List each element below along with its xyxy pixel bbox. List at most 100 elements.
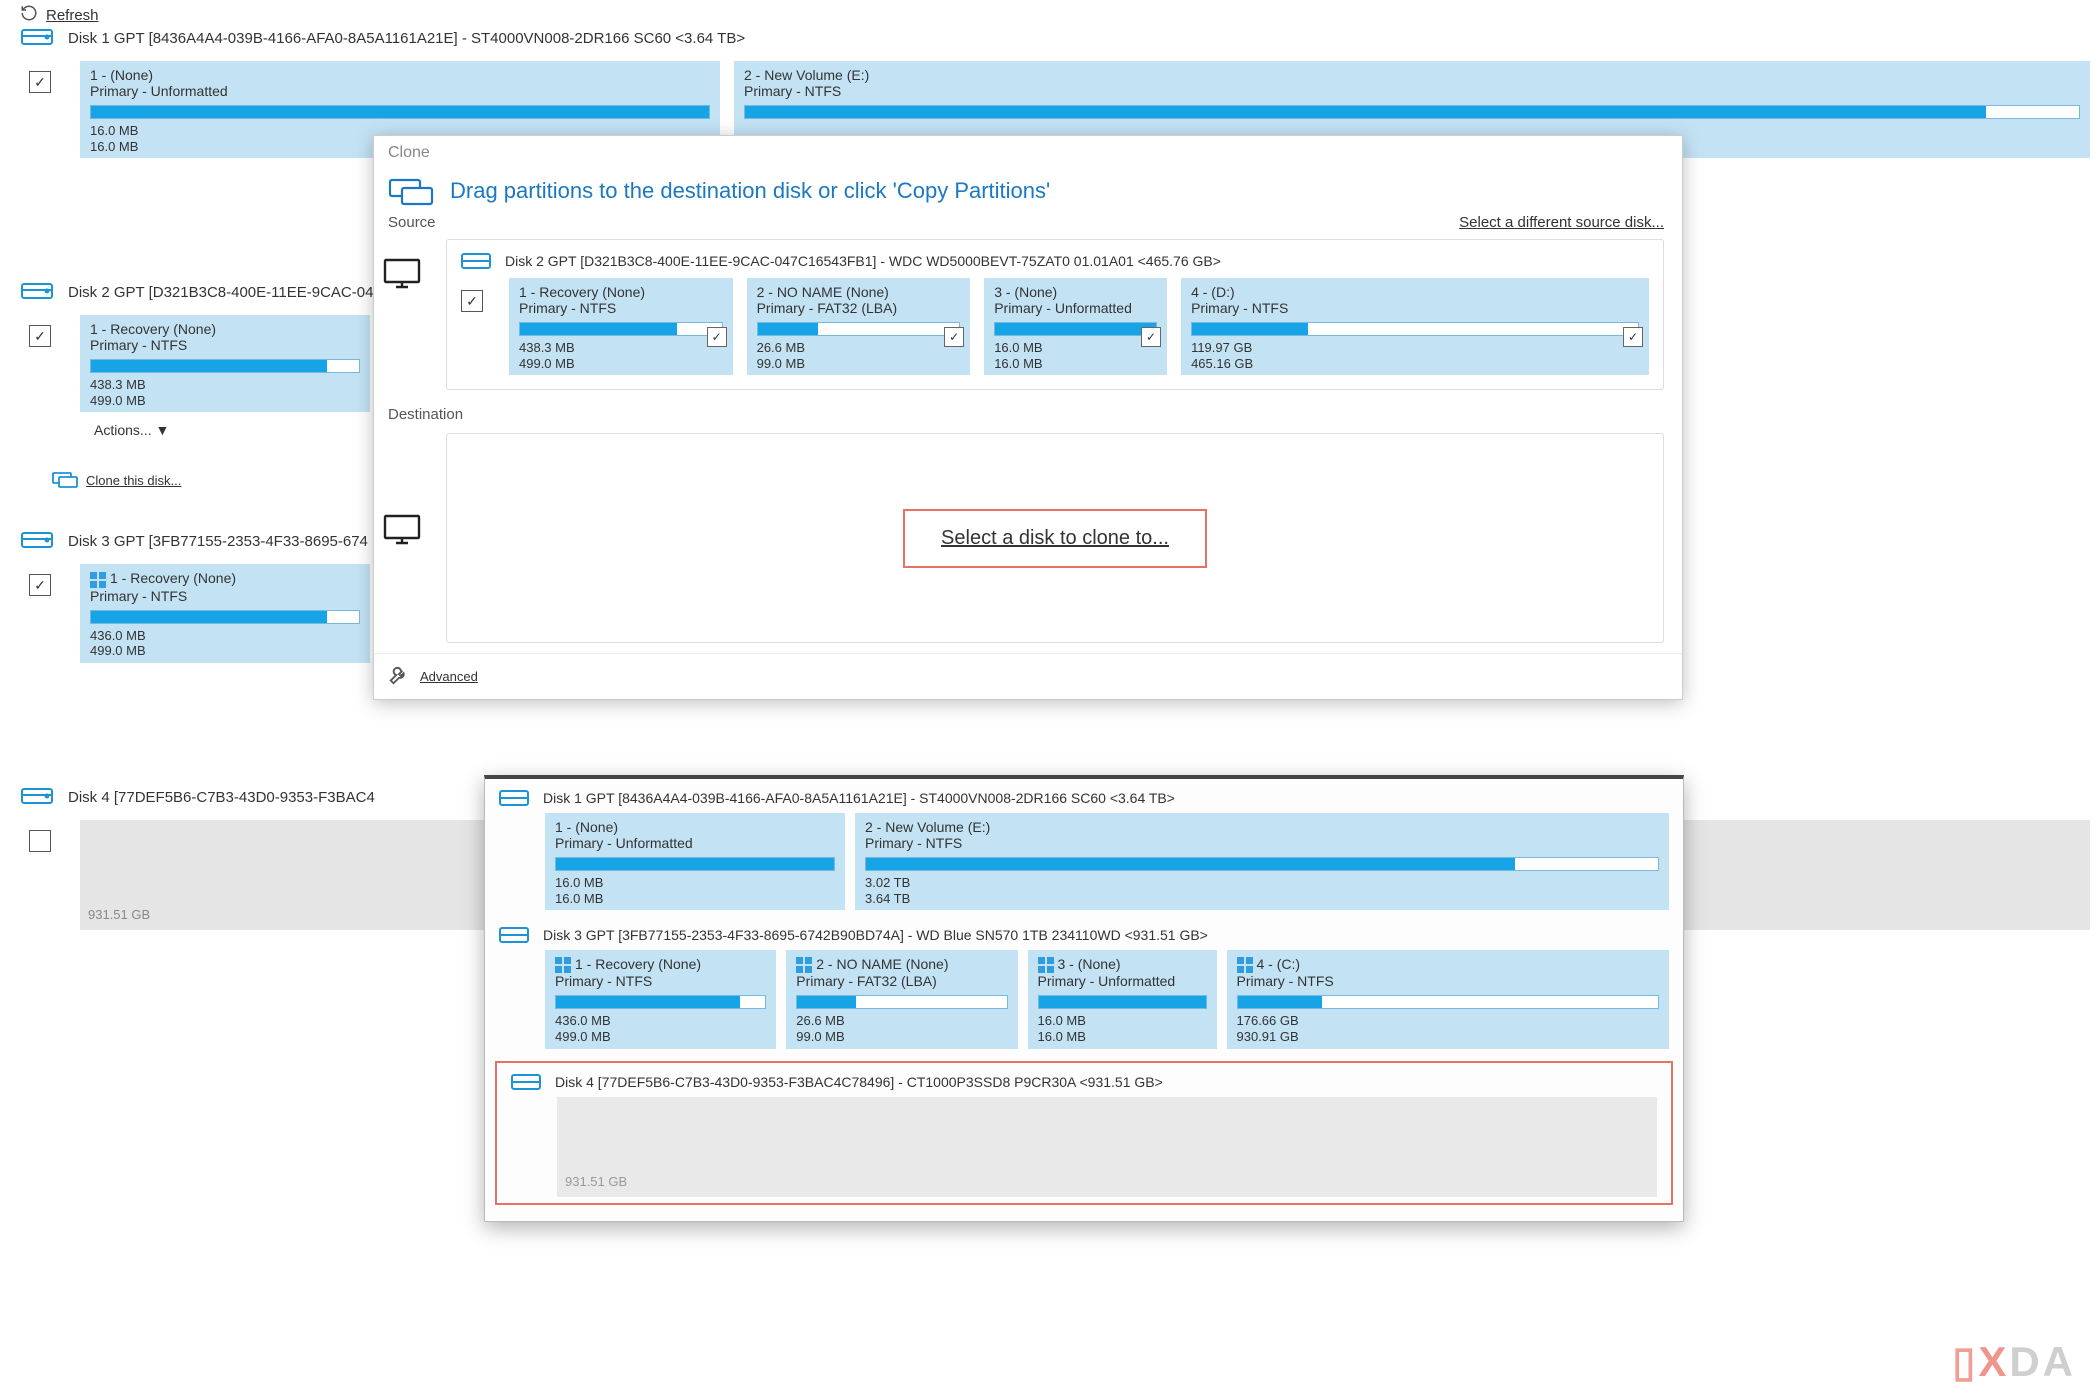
usage-bar xyxy=(744,105,2080,119)
partition-name: 1 - Recovery (None) xyxy=(555,956,766,973)
total-size: 465.16 GB xyxy=(1191,356,1639,372)
disk-title: Disk 1 GPT [8436A4A4-039B-4166-AFA0-8A5A… xyxy=(68,30,745,47)
partition-type: Primary - NTFS xyxy=(865,835,1659,851)
partition[interactable]: 1 - Recovery (None) Primary - NTFS 436.0… xyxy=(80,564,370,662)
partition-name: 1 - (None) xyxy=(90,67,710,83)
usage-bar xyxy=(865,857,1659,871)
disk-icon xyxy=(20,24,54,53)
windows-icon xyxy=(1237,957,1253,973)
windows-icon xyxy=(555,957,571,973)
disk-title: Disk 1 GPT [8436A4A4-039B-4166-AFA0-8A5A… xyxy=(543,790,1175,806)
usage-bar xyxy=(90,105,710,119)
usage-bar xyxy=(1237,995,1660,1009)
usage-bar xyxy=(555,995,766,1009)
modal-heading: Drag partitions to the destination disk … xyxy=(450,178,1050,204)
wrench-icon xyxy=(388,664,410,689)
clone-wizard-modal: Clone Drag partitions to the destination… xyxy=(373,135,1683,700)
partition: 3 - (None) Primary - Unformatted 16.0 MB… xyxy=(1028,950,1217,1048)
clone-icon xyxy=(388,174,434,208)
partition-type: Primary - NTFS xyxy=(1237,973,1660,989)
disk-checkbox[interactable] xyxy=(29,574,51,596)
partition[interactable]: 3 - (None) Primary - Unformatted 16.0 MB… xyxy=(984,278,1167,375)
partition-name: 2 - NO NAME (None) xyxy=(757,284,961,300)
used-size: 176.66 GB xyxy=(1237,1013,1660,1029)
used-size: 26.6 MB xyxy=(796,1013,1007,1029)
unallocated-space: 931.51 GB xyxy=(557,1097,1657,1197)
partition-checkbox[interactable] xyxy=(707,327,727,347)
partition-name: 3 - (None) xyxy=(994,284,1157,300)
free-size: 931.51 GB xyxy=(88,907,150,922)
used-size: 436.0 MB xyxy=(555,1013,766,1029)
used-size: 3.02 TB xyxy=(865,875,1659,891)
usage-bar xyxy=(796,995,1007,1009)
disk-checkbox[interactable] xyxy=(29,830,51,852)
usage-bar xyxy=(519,322,723,336)
partition: 1 - (None) Primary - Unformatted 16.0 MB… xyxy=(545,813,845,910)
used-size: 438.3 MB xyxy=(519,340,723,356)
destination-label: Destination xyxy=(374,400,1682,425)
total-size: 99.0 MB xyxy=(796,1029,1007,1045)
partition-name: 2 - New Volume (E:) xyxy=(865,819,1659,835)
disk-checkbox[interactable] xyxy=(29,71,51,93)
used-size: 26.6 MB xyxy=(757,340,961,356)
windows-icon xyxy=(90,572,106,588)
disk-option-highlighted[interactable]: Disk 4 [77DEF5B6-C7B3-43D0-9353-F3BAC4C7… xyxy=(495,1061,1673,1205)
used-size: 16.0 MB xyxy=(555,875,835,891)
free-size: 931.51 GB xyxy=(565,1174,627,1189)
used-size: 16.0 MB xyxy=(994,340,1157,356)
disk-icon xyxy=(20,527,54,556)
advanced-link[interactable]: Advanced xyxy=(420,669,478,684)
partition-type: Primary - NTFS xyxy=(1191,300,1639,316)
windows-icon xyxy=(796,957,812,973)
partition-checkbox[interactable] xyxy=(944,327,964,347)
disk-icon xyxy=(499,924,529,946)
partition: 2 - New Volume (E:) Primary - NTFS 3.02 … xyxy=(855,813,1669,910)
source-disk-title: Disk 2 GPT [D321B3C8-400E-11EE-9CAC-047C… xyxy=(505,253,1221,269)
usage-bar xyxy=(555,857,835,871)
disk-title: Disk 4 [77DEF5B6-C7B3-43D0-9353-F3BAC4C7… xyxy=(555,1074,1163,1090)
source-disk-panel: Disk 2 GPT [D321B3C8-400E-11EE-9CAC-047C… xyxy=(446,239,1664,390)
partition-name: 1 - Recovery (None) xyxy=(519,284,723,300)
disk-title: Disk 3 GPT [3FB77155-2353-4F33-8695-6742… xyxy=(543,927,1208,943)
monitor-icon xyxy=(382,257,422,294)
disk-option[interactable]: Disk 1 GPT [8436A4A4-039B-4166-AFA0-8A5A… xyxy=(485,779,1683,916)
monitor-icon xyxy=(382,513,422,550)
usage-bar xyxy=(994,322,1157,336)
partition: 1 - Recovery (None) Primary - NTFS 436.0… xyxy=(545,950,776,1048)
partition-checkbox[interactable] xyxy=(1141,327,1161,347)
disk-icon xyxy=(511,1071,541,1093)
total-size: 16.0 MB xyxy=(994,356,1157,372)
disk-icon xyxy=(499,787,529,809)
partition-type: Primary - NTFS xyxy=(519,300,723,316)
source-disk-checkbox[interactable] xyxy=(461,290,483,312)
partition-type: Primary - Unformatted xyxy=(555,835,835,851)
partition-type: Primary - NTFS xyxy=(90,588,360,604)
partition-type: Primary - Unformatted xyxy=(90,83,710,99)
clone-this-disk-link[interactable]: Clone this disk... xyxy=(86,473,181,488)
destination-disk-dropdown: Disk 1 GPT [8436A4A4-039B-4166-AFA0-8A5A… xyxy=(484,775,1684,1222)
disk-checkbox[interactable] xyxy=(29,325,51,347)
partition-type: Primary - Unformatted xyxy=(994,300,1157,316)
usage-bar xyxy=(90,359,360,373)
disk-option[interactable]: Disk 3 GPT [3FB77155-2353-4F33-8695-6742… xyxy=(485,916,1683,1054)
clone-icon xyxy=(52,468,78,493)
disk-icon xyxy=(20,278,54,307)
partition-checkbox[interactable] xyxy=(1623,327,1643,347)
partition-name: 1 - Recovery (None) xyxy=(90,321,360,337)
partition-name: 4 - (C:) xyxy=(1237,956,1660,973)
disk-title: Disk 4 [77DEF5B6-C7B3-43D0-9353-F3BAC4 xyxy=(68,789,375,806)
partition[interactable]: 1 - Recovery (None) Primary - NTFS 438.3… xyxy=(509,278,733,375)
usage-bar xyxy=(90,610,360,624)
total-size: 99.0 MB xyxy=(757,356,961,372)
partition[interactable]: 2 - NO NAME (None) Primary - FAT32 (LBA)… xyxy=(747,278,971,375)
select-different-source-link[interactable]: Select a different source disk... xyxy=(1459,214,1664,231)
partition[interactable]: 4 - (D:) Primary - NTFS 119.97 GB465.16 … xyxy=(1181,278,1649,375)
partition: 4 - (C:) Primary - NTFS 176.66 GB930.91 … xyxy=(1227,950,1670,1048)
partition-name: 1 - (None) xyxy=(555,819,835,835)
partition-name: 1 - Recovery (None) xyxy=(90,570,360,587)
watermark: ▯XDA xyxy=(1952,1337,2076,1386)
partition[interactable]: 1 - Recovery (None) Primary - NTFS 438.3… xyxy=(80,315,370,412)
select-destination-link[interactable]: Select a disk to clone to... xyxy=(903,509,1207,568)
total-size: 16.0 MB xyxy=(555,891,835,907)
partition-type: Primary - FAT32 (LBA) xyxy=(796,973,1007,989)
